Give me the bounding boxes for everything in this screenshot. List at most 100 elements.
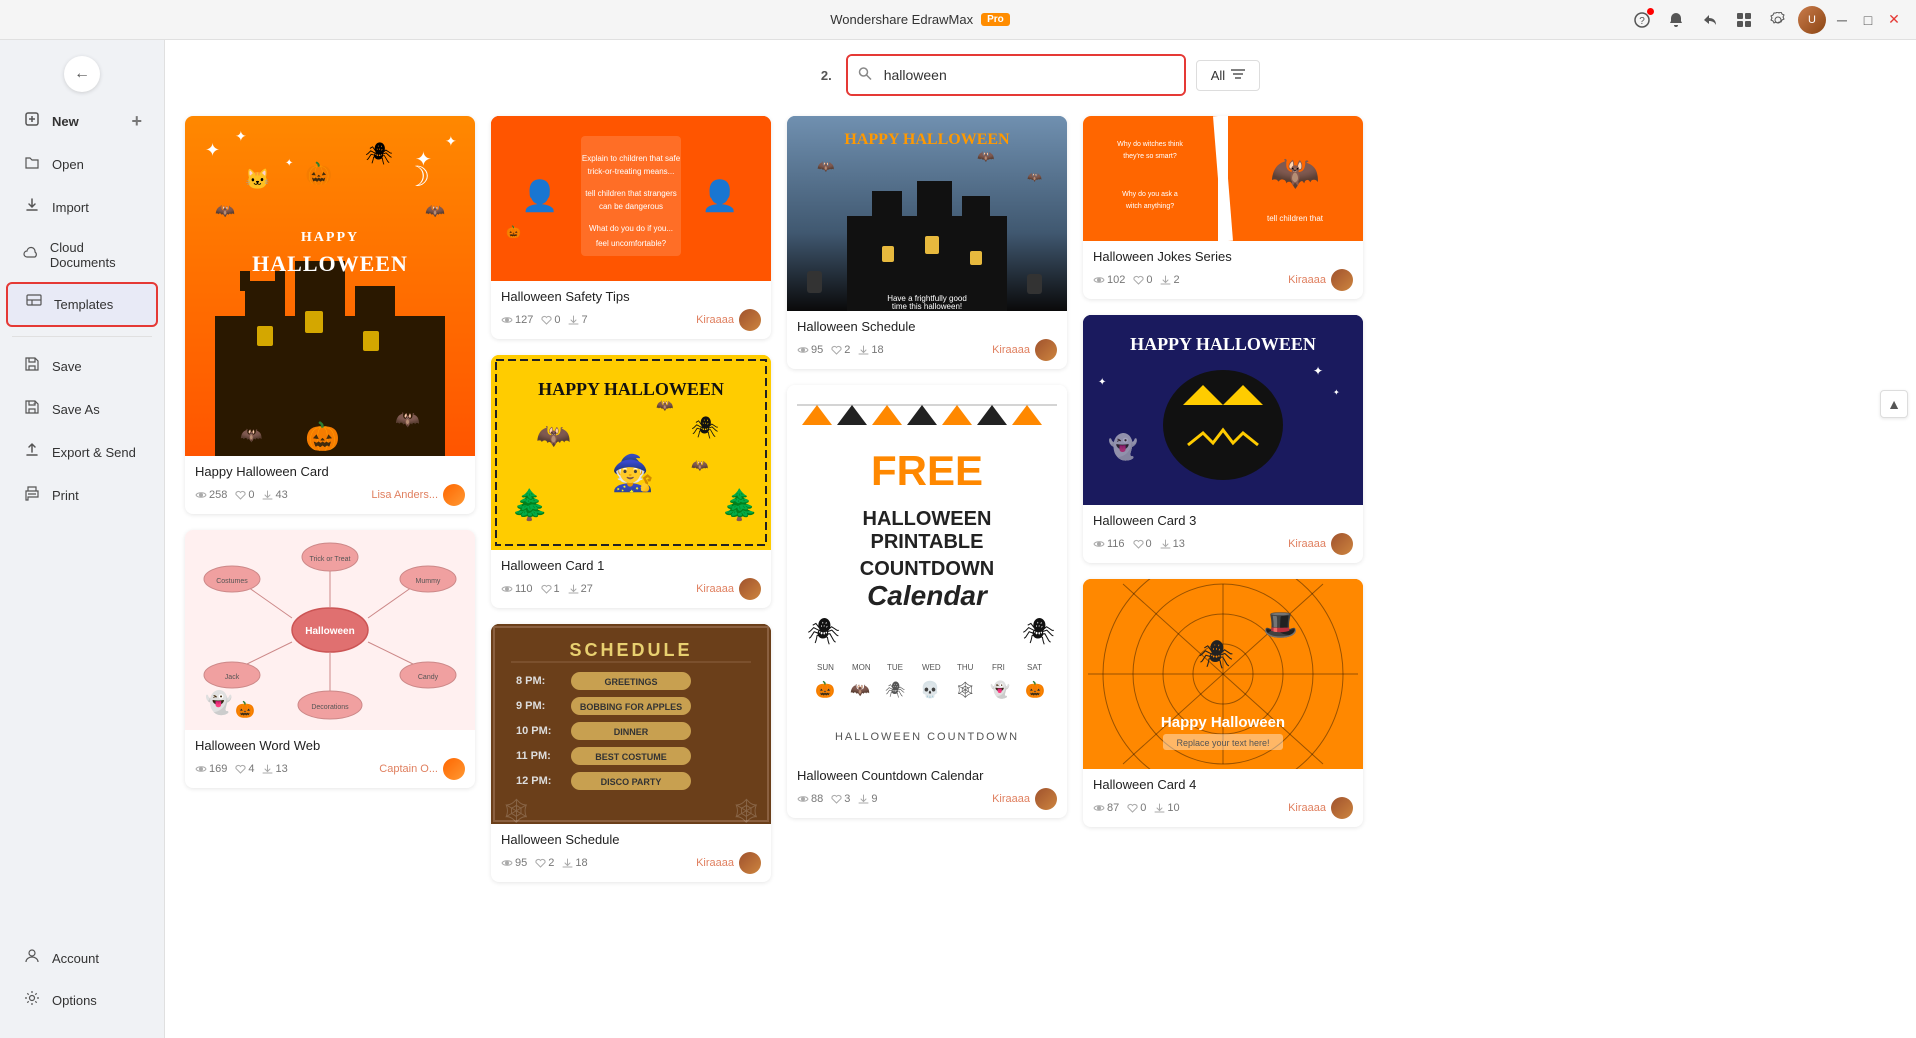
print-label: Print xyxy=(52,488,79,503)
safety-tips-svg: 👤 🎃 👤 Explain to children that safe tric… xyxy=(491,116,771,281)
svg-text:HAPPY HALLOWEEN: HAPPY HALLOWEEN xyxy=(844,131,1010,148)
likes: 0 xyxy=(1133,274,1152,286)
user-avatar[interactable]: U xyxy=(1798,6,1826,34)
template-card-jokes[interactable]: Why do witches think they're so smart? W… xyxy=(1083,116,1363,299)
sidebar-item-cloud[interactable]: Cloud Documents xyxy=(6,230,158,280)
template-card-halloween-card2[interactable]: HAPPY HALLOWEEN 🦇 🦇 🦇 xyxy=(787,116,1067,369)
svg-text:tell children that strangers: tell children that strangers xyxy=(585,189,677,198)
template-card-safety-tips[interactable]: 👤 🎃 👤 Explain to children that safe tric… xyxy=(491,116,771,339)
sidebar-item-export[interactable]: Export & Send xyxy=(6,432,158,473)
export-icon xyxy=(22,442,42,463)
views: 116 xyxy=(1093,538,1125,550)
halloween-card2-svg: HAPPY HALLOWEEN 🦇 🦇 🦇 xyxy=(787,116,1067,311)
svg-text:✦: ✦ xyxy=(205,140,220,160)
template-card-halloween-card1[interactable]: HAPPY HALLOWEEN 🦇 🧙 🕷 🌲 🌲 xyxy=(491,355,771,608)
saveas-label: Save As xyxy=(52,402,100,417)
back-button[interactable]: ← xyxy=(64,56,100,92)
svg-text:🦇: 🦇 xyxy=(395,409,420,431)
svg-text:HAPPY: HAPPY xyxy=(301,230,359,245)
svg-text:Replace your text here!: Replace your text here! xyxy=(1176,738,1269,748)
svg-text:WED: WED xyxy=(922,663,941,672)
svg-text:🧙: 🧙 xyxy=(611,453,655,493)
svg-text:🐱: 🐱 xyxy=(245,168,270,191)
svg-text:12 PM:: 12 PM: xyxy=(516,775,551,787)
minimize-button[interactable]: ─ xyxy=(1832,10,1852,30)
gear-icon[interactable] xyxy=(1764,6,1792,34)
template-card-halloween-card4[interactable]: 🕷 🎩 Happy Halloween Replace your text he… xyxy=(1083,579,1363,827)
sidebar-item-import[interactable]: Import xyxy=(6,187,158,228)
card-meta: 258 0 43 xyxy=(195,484,465,506)
filter-menu-icon xyxy=(1231,68,1245,83)
svg-text:🦇: 🦇 xyxy=(215,203,235,220)
template-card-word-web[interactable]: Halloween Trick or Treat Mummy xyxy=(185,530,475,788)
sidebar-item-save[interactable]: Save xyxy=(6,346,158,387)
sidebar-item-saveas[interactable]: + Save As xyxy=(6,389,158,430)
account-label: Account xyxy=(52,951,99,966)
sidebar-item-new[interactable]: New + xyxy=(6,101,158,142)
search-input[interactable] xyxy=(848,56,1184,94)
svg-text:👻: 👻 xyxy=(990,680,1010,699)
search-icon xyxy=(858,67,872,84)
share-icon[interactable] xyxy=(1696,6,1724,34)
svg-text:SCHEDULE: SCHEDULE xyxy=(569,640,692,660)
svg-text:🕷: 🕷 xyxy=(807,616,840,646)
sidebar-item-options[interactable]: Options xyxy=(6,980,158,1021)
sidebar-item-templates[interactable]: Templates xyxy=(6,282,158,327)
svg-text:HAPPY HALLOWEEN: HAPPY HALLOWEEN xyxy=(538,379,724,399)
svg-text:🦇: 🦇 xyxy=(850,682,870,699)
downloads: 43 xyxy=(262,489,287,501)
templates-label: Templates xyxy=(54,297,113,312)
options-label: Options xyxy=(52,993,97,1008)
template-card-schedule[interactable]: SCHEDULE 8 PM: GREETINGS 9 PM: BOBBING F… xyxy=(491,624,771,882)
svg-text:Decorations: Decorations xyxy=(311,704,349,711)
svg-text:🦇: 🦇 xyxy=(240,425,262,445)
layout-icon[interactable] xyxy=(1730,6,1758,34)
svg-text:🦇: 🦇 xyxy=(977,148,995,164)
svg-text:Costumes: Costumes xyxy=(216,578,248,585)
svg-text:🕸: 🕸 xyxy=(731,798,761,824)
add-icon: + xyxy=(131,111,142,132)
card-title: Halloween Card 4 xyxy=(1093,777,1353,792)
svg-text:HALLOWEEN: HALLOWEEN xyxy=(863,508,992,530)
svg-text:they're so smart?: they're so smart? xyxy=(1123,153,1177,160)
export-label: Export & Send xyxy=(52,445,136,460)
downloads: 13 xyxy=(262,763,287,775)
svg-text:DINNER: DINNER xyxy=(614,727,649,737)
svg-text:🦇: 🦇 xyxy=(1027,170,1042,184)
svg-text:can be dangerous: can be dangerous xyxy=(599,202,663,211)
close-button[interactable]: ✕ xyxy=(1884,10,1904,30)
scroll-top-button[interactable]: ▲ xyxy=(1880,390,1908,418)
svg-text:HALLOWEEN COUNTDOWN: HALLOWEEN COUNTDOWN xyxy=(835,731,1019,743)
svg-text:🎃: 🎃 xyxy=(305,420,340,452)
help-icon[interactable]: ? xyxy=(1628,6,1656,34)
svg-text:🕷: 🕷 xyxy=(691,415,719,440)
svg-text:MON: MON xyxy=(852,663,871,672)
cloud-label: Cloud Documents xyxy=(50,240,142,270)
filter-button[interactable]: All xyxy=(1196,60,1260,91)
open-label: Open xyxy=(52,157,84,172)
sidebar-item-open[interactable]: Open xyxy=(6,144,158,185)
author-avatar xyxy=(739,309,761,331)
save-label: Save xyxy=(52,359,82,374)
author-avatar xyxy=(1035,339,1057,361)
template-card-halloween-card3[interactable]: HAPPY HALLOWEEN 👻 xyxy=(1083,315,1363,563)
svg-text:Calendar: Calendar xyxy=(867,580,989,611)
card-meta: 95 2 18 xyxy=(797,339,1057,361)
save-icon xyxy=(22,356,42,377)
card-title: Halloween Schedule xyxy=(501,832,761,847)
maximize-button[interactable]: □ xyxy=(1858,10,1878,30)
card-meta: 116 0 13 xyxy=(1093,533,1353,555)
card-info-schedule: Halloween Schedule 95 2 xyxy=(491,824,771,882)
bell-icon[interactable] xyxy=(1662,6,1690,34)
card-info-countdown: Halloween Countdown Calendar 88 3 xyxy=(787,760,1067,818)
card-info-safety-tips: Halloween Safety Tips 127 0 xyxy=(491,281,771,339)
sidebar-item-print[interactable]: Print xyxy=(6,475,158,516)
likes: 0 xyxy=(541,314,560,326)
filter-label: All xyxy=(1211,68,1225,83)
sidebar-item-account[interactable]: Account xyxy=(6,938,158,979)
template-card-happy-halloween[interactable]: ✦ ✦ ✦ ✦ ✦ 🕷 ☽ 🎃 xyxy=(185,116,475,514)
app-title: Wondershare EdrawMax xyxy=(830,12,973,27)
template-card-countdown[interactable]: FREE HALLOWEEN PRINTABLE COUNTDOWN Calen… xyxy=(787,385,1067,818)
search-area: 2. All xyxy=(165,40,1916,106)
svg-text:🦇: 🦇 xyxy=(425,203,445,220)
